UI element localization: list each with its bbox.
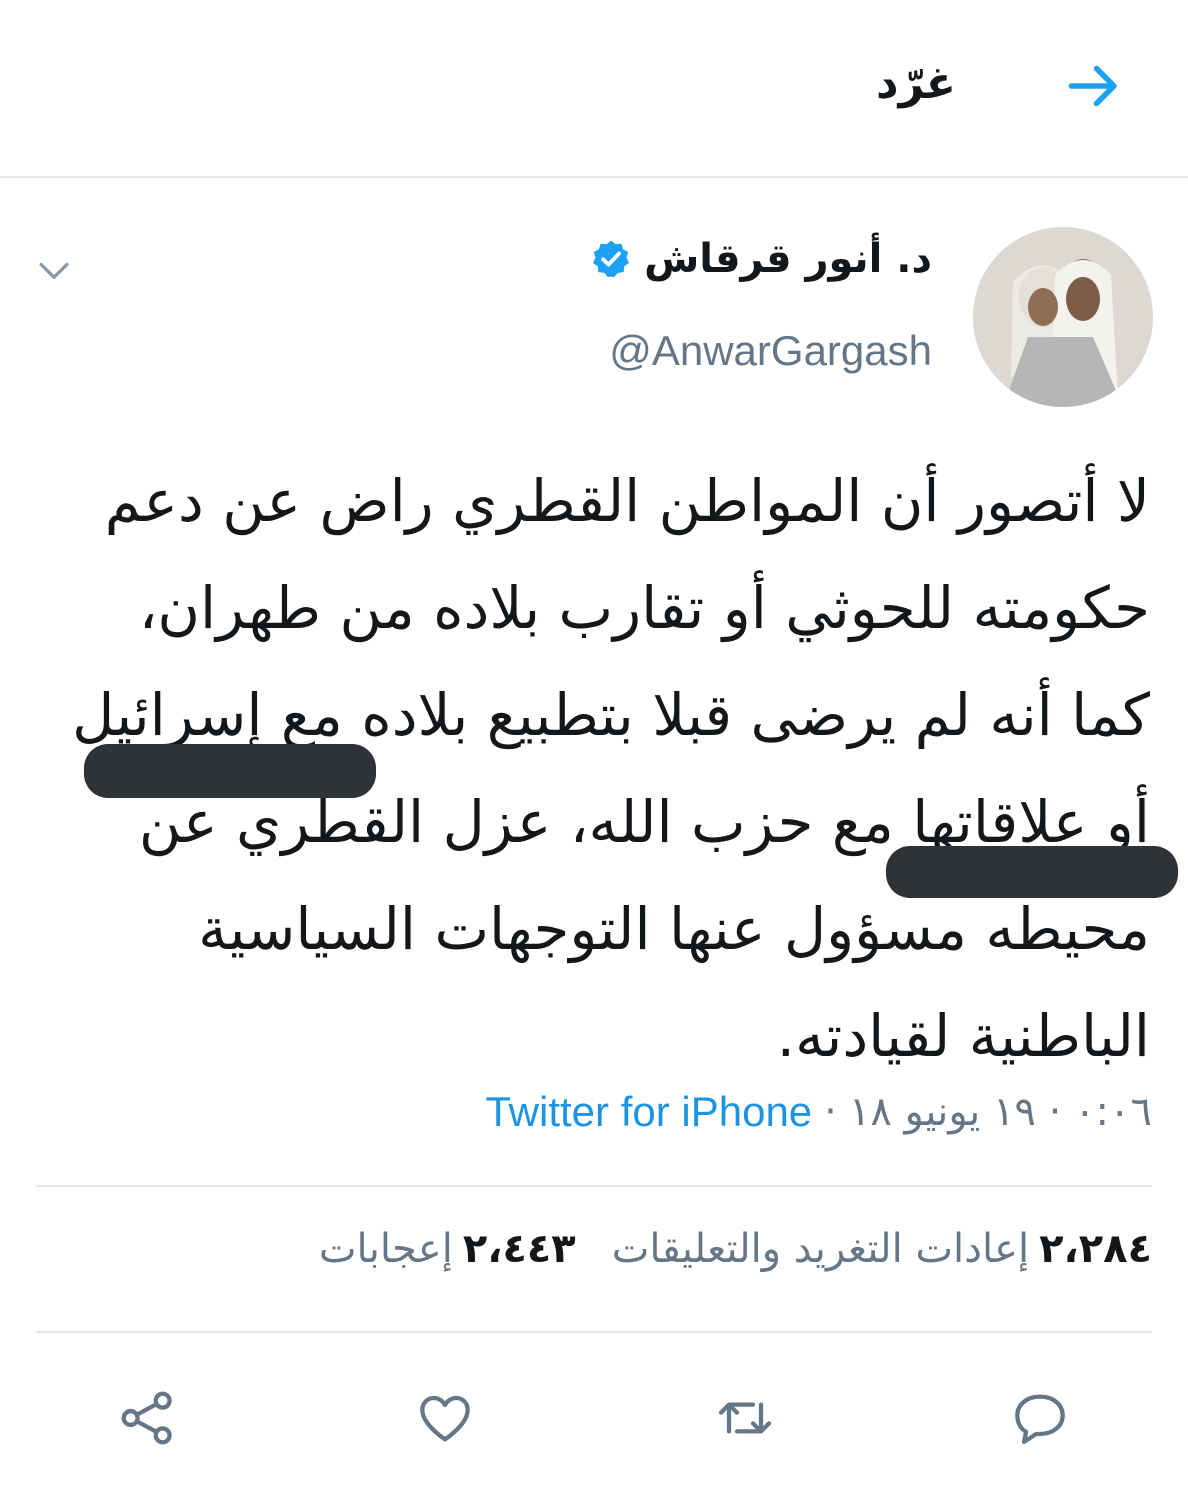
share-icon (121, 1391, 172, 1445)
likes-label: إعجابات (318, 1226, 453, 1272)
retweets-stat[interactable]: ٢،٢٨٤ إعادات التغريد والتعليقات (612, 1226, 1152, 1272)
verified-badge-icon (593, 240, 630, 278)
user-name-row[interactable]: د. أنور قرقاش (590, 236, 932, 282)
tweet-timestamp[interactable]: ٠:٠٦ · ١٩ يونيو ١٨ (849, 1089, 1152, 1135)
back-button[interactable] (1058, 50, 1130, 122)
reply-button[interactable] (1000, 1378, 1080, 1458)
likes-stat[interactable]: ٢،٤٤٣ إعجابات (319, 1226, 576, 1272)
top-bar: غرّد (0, 0, 1188, 178)
retweet-button[interactable] (705, 1378, 785, 1458)
like-button[interactable] (405, 1378, 485, 1458)
divider (36, 1185, 1152, 1187)
action-bar (0, 1378, 1188, 1458)
retweets-count: ٢،٢٨٤ (1039, 1226, 1152, 1272)
redaction-mark (84, 744, 376, 798)
likes-count: ٢،٤٤٣ (462, 1226, 576, 1272)
avatar[interactable] (973, 227, 1153, 407)
tweet-page: غرّد د. أنور قرقاش @AnwarGargash لا أتصو… (0, 0, 1188, 1505)
page-title: غرّد (875, 58, 956, 109)
divider (36, 1331, 1152, 1333)
chevron-down-icon[interactable] (32, 248, 76, 292)
tweet-source[interactable]: Twitter for iPhone (485, 1088, 812, 1136)
user-handle[interactable]: @AnwarGargash (609, 327, 932, 375)
heart-icon (420, 1395, 470, 1442)
tweet-meta: ٠:٠٦ · ١٩ يونيو ١٨ · Twitter for iPhone (485, 1088, 1152, 1136)
redaction-mark (886, 846, 1178, 898)
separator-dot: · (824, 1089, 837, 1135)
tweet-stats: ٢،٢٨٤ إعادات التغريد والتعليقات ٢،٤٤٣ إع… (319, 1226, 1152, 1272)
reply-icon (1015, 1394, 1065, 1445)
display-name[interactable]: د. أنور قرقاش (644, 236, 932, 282)
arrow-right-icon (1068, 65, 1117, 107)
share-button[interactable] (108, 1378, 188, 1458)
retweets-label: إعادات التغريد والتعليقات (611, 1226, 1030, 1272)
retweet-icon (718, 1402, 772, 1434)
